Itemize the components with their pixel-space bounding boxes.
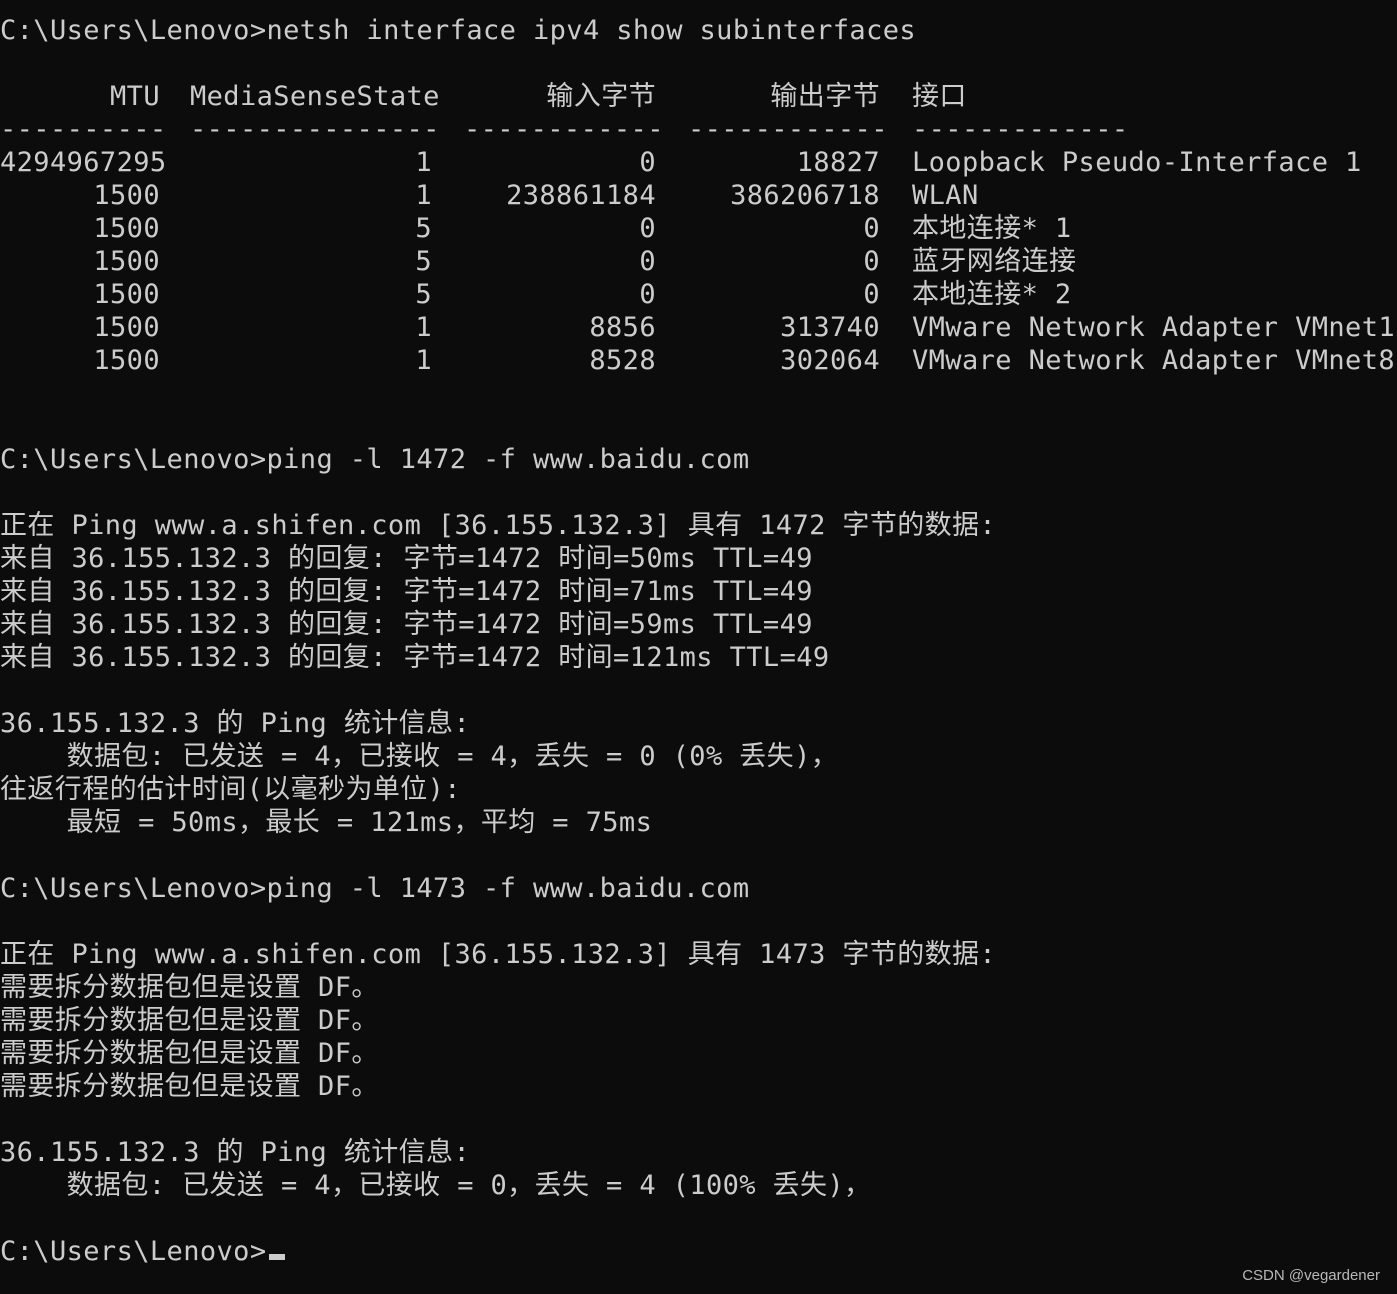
- cell-media-sense-state: 1: [415, 147, 432, 178]
- cell-media-sense-state: 1: [415, 180, 432, 211]
- table-row: 1500 1 8856 313740 VMware Network Adapter VM…: [0, 311, 1397, 344]
- cell-interface: VMware Network Adapter VMnet1: [912, 312, 1396, 343]
- cell-mtu: 1500: [93, 213, 160, 244]
- separator-in: ------------: [464, 114, 664, 145]
- cell-bytes-in: 0: [639, 246, 656, 277]
- separator-mtu: ----------: [0, 114, 167, 145]
- terminal-output[interactable]: C:\Users\Lenovo>netsh interface ipv4 sho…: [0, 14, 1397, 1268]
- cell-mtu: 1500: [93, 345, 160, 376]
- cell-mtu: 1500: [93, 312, 160, 343]
- table-header: MTU MediaSenseState 输入字节 输出字节 接口: [0, 80, 1397, 113]
- table-row: 1500 1 238861184 386206718 WLAN: [0, 179, 1397, 212]
- cell-bytes-out: 386206718: [730, 180, 880, 211]
- separator-state: ---------------: [190, 114, 440, 145]
- cell-interface: 本地连接* 2: [912, 279, 1072, 310]
- ping-error: 需要拆分数据包但是设置 DF。: [0, 1071, 379, 1102]
- command-line: C:\Users\Lenovo>netsh interface ipv4 sho…: [0, 15, 917, 46]
- ping-error: 需要拆分数据包但是设置 DF。: [0, 1005, 379, 1036]
- table-separator: ---------- --------------- ------------ …: [0, 113, 1397, 146]
- cell-interface: 蓝牙网络连接: [912, 246, 1077, 277]
- cell-bytes-in: 0: [639, 213, 656, 244]
- cell-interface: Loopback Pseudo-Interface 1: [912, 147, 1362, 178]
- cell-mtu: 4294967295: [0, 147, 167, 178]
- cell-bytes-in: 8528: [589, 345, 656, 376]
- cell-media-sense-state: 1: [415, 345, 432, 376]
- table-body: 4294967295 1 0 18827 Loopback Pseudo-Interfa…: [0, 146, 1397, 377]
- cell-bytes-out: 18827: [796, 147, 880, 178]
- header-interface: 接口: [912, 81, 967, 112]
- command-line: C:\Users\Lenovo>ping -l 1473 -f www.baid…: [0, 873, 750, 904]
- cell-mtu: 1500: [93, 180, 160, 211]
- ping-stats-packets: 数据包: 已发送 = 4，已接收 = 0，丢失 = 4 (100% 丢失)，: [0, 1170, 872, 1201]
- separator-out: ------------: [688, 114, 888, 145]
- header-media-sense-state: MediaSenseState: [190, 81, 440, 112]
- ping-reply: 来自 36.155.132.3 的回复: 字节=1472 时间=50ms TTL…: [0, 543, 813, 574]
- cell-bytes-in: 0: [639, 279, 656, 310]
- cell-media-sense-state: 5: [415, 213, 432, 244]
- ping-reply: 来自 36.155.132.3 的回复: 字节=1472 时间=59ms TTL…: [0, 609, 813, 640]
- header-bytes-in: 输入字节: [546, 81, 656, 112]
- table-row: 1500 1 8528 302064 VMware Network Adapter VM…: [0, 344, 1397, 377]
- ping-rtt-values: 最短 = 50ms，最长 = 121ms，平均 = 75ms: [0, 807, 653, 838]
- cell-bytes-in: 238861184: [506, 180, 656, 211]
- table-row: 1500 5 0 0 蓝牙网络连接: [0, 245, 1397, 278]
- cell-bytes-in: 0: [639, 147, 656, 178]
- ping-error: 需要拆分数据包但是设置 DF。: [0, 1038, 379, 1069]
- table-row: 1500 5 0 0 本地连接* 1: [0, 212, 1397, 245]
- cell-mtu: 1500: [93, 279, 160, 310]
- ping-stats-title: 36.155.132.3 的 Ping 统计信息:: [0, 708, 471, 739]
- cell-bytes-out: 302064: [780, 345, 880, 376]
- cell-bytes-out: 313740: [780, 312, 880, 343]
- cell-media-sense-state: 1: [415, 312, 432, 343]
- header-bytes-out: 输出字节: [770, 81, 880, 112]
- cell-interface: WLAN: [912, 180, 979, 211]
- cell-mtu: 1500: [93, 246, 160, 277]
- cell-bytes-in: 8856: [589, 312, 656, 343]
- prompt-line[interactable]: C:\Users\Lenovo>: [0, 1235, 1397, 1268]
- ping-reply: 来自 36.155.132.3 的回复: 字节=1472 时间=71ms TTL…: [0, 576, 813, 607]
- ping-error: 需要拆分数据包但是设置 DF。: [0, 972, 379, 1003]
- cell-interface: VMware Network Adapter VMnet8: [912, 345, 1396, 376]
- ping-stats-packets: 数据包: 已发送 = 4，已接收 = 4，丢失 = 0 (0% 丢失)，: [0, 741, 839, 772]
- prompt: C:\Users\Lenovo>: [0, 1236, 267, 1267]
- watermark: CSDN @vegardener: [1242, 1267, 1380, 1284]
- text-cursor: [268, 1254, 285, 1260]
- cell-media-sense-state: 5: [415, 246, 432, 277]
- cell-media-sense-state: 5: [415, 279, 432, 310]
- cell-bytes-out: 0: [863, 213, 880, 244]
- cell-interface: 本地连接* 1: [912, 213, 1072, 244]
- cell-bytes-out: 0: [863, 279, 880, 310]
- ping-reply: 来自 36.155.132.3 的回复: 字节=1472 时间=121ms TT…: [0, 642, 830, 673]
- ping-stats-title: 36.155.132.3 的 Ping 统计信息:: [0, 1137, 471, 1168]
- separator-iface: -------------: [912, 114, 1129, 145]
- ping-header: 正在 Ping www.a.shifen.com [36.155.132.3] …: [0, 510, 997, 541]
- table-row: 4294967295 1 0 18827 Loopback Pseudo-Interfa…: [0, 146, 1397, 179]
- header-mtu: MTU: [110, 81, 160, 112]
- table-row: 1500 5 0 0 本地连接* 2: [0, 278, 1397, 311]
- ping-header: 正在 Ping www.a.shifen.com [36.155.132.3] …: [0, 939, 997, 970]
- cell-bytes-out: 0: [863, 246, 880, 277]
- command-line: C:\Users\Lenovo>ping -l 1472 -f www.baid…: [0, 444, 750, 475]
- ping-rtt-title: 往返行程的估计时间(以毫秒为单位):: [0, 774, 461, 805]
